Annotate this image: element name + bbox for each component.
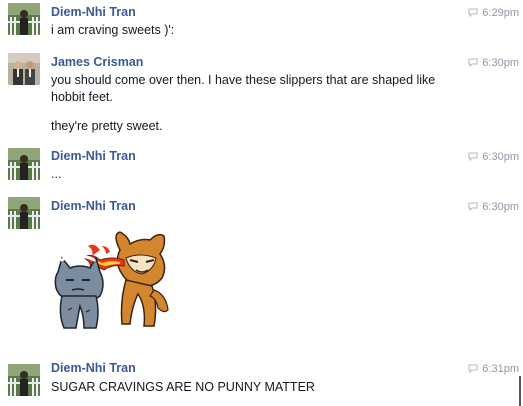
avatar[interactable] [8, 364, 40, 396]
message-group: Diem-Nhi Tran 6:31pm SUGAR CRAVINGS ARE … [0, 0, 523, 406]
message-timestamp: 6:31pm [468, 363, 519, 375]
sender-name[interactable]: Diem-Nhi Tran [51, 361, 136, 375]
scrollbar-thumb[interactable] [519, 376, 521, 406]
avatar-diem-nhi-tran-image [8, 364, 40, 396]
timestamp-text: 6:31pm [482, 363, 519, 375]
chat-log: Diem-Nhi Tran 6:29pm i am craving sweets… [0, 0, 523, 406]
message-text: SUGAR CRAVINGS ARE NO PUNNY MATTER [51, 380, 315, 394]
speech-bubble-icon [468, 364, 478, 373]
